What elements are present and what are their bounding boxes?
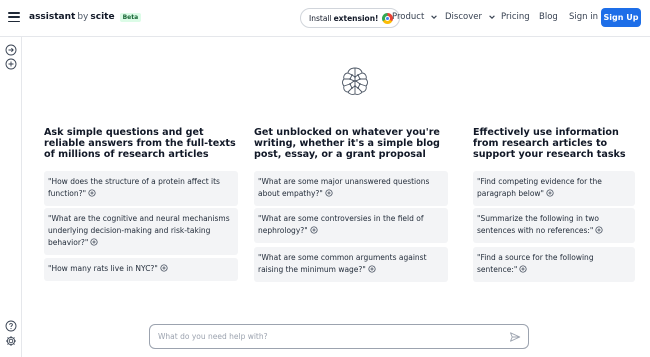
example-prompt-card[interactable]: "How does the structure of a protein aff… [44,171,238,206]
feature-column-ask: Ask simple questions and get reliable an… [44,127,242,160]
chevron-down-icon [431,15,438,19]
example-prompt-text: "How many rats live in NYC?" [48,264,158,273]
prompt-box [149,324,529,349]
nav-pricing[interactable]: Pricing [501,12,530,22]
plus-circle-icon [595,226,603,234]
brand-logo[interactable]: assistant by scite Beta [29,12,142,22]
plus-circle-icon [325,189,333,197]
column-heading: Ask simple questions and get reliable an… [44,127,236,160]
nav-discover[interactable]: Discover [445,12,496,22]
nav-discover-label: Discover [445,12,482,22]
install-label-bold: extension! [333,13,379,23]
install-label: Install [309,13,332,23]
install-extension-button[interactable]: Install extension! [300,8,401,28]
top-nav: assistant by scite Beta Install extensio… [0,0,650,37]
hamburger-icon[interactable] [8,12,20,22]
beta-badge: Beta [119,12,142,22]
nav-blog[interactable]: Blog [539,12,558,22]
plus-circle-icon [160,264,168,272]
plus-circle-icon [310,226,318,234]
feature-column-write: Get unblocked on whatever you're writing… [254,127,452,160]
nav-product-label: Product [392,12,425,22]
send-icon[interactable] [509,331,521,343]
brain-icon [342,67,368,95]
arrow-right-circle-icon[interactable] [5,44,17,56]
gear-icon[interactable] [5,335,17,347]
nav-product[interactable]: Product [392,12,438,22]
plus-circle-icon [90,238,98,246]
feature-column-research: Effectively use information from researc… [473,127,645,160]
brand-name: assistant [29,12,76,22]
example-prompt-text: "Find competing evidence for the paragra… [477,177,602,198]
example-prompt-card[interactable]: "Find a source for the following sentenc… [473,247,635,282]
plus-circle-icon [368,265,376,273]
example-prompt-card[interactable]: "Summarize the following in two sentence… [473,208,635,243]
left-rail [0,37,22,357]
example-prompt-card[interactable]: "Find competing evidence for the paragra… [473,171,635,206]
chevron-down-icon [489,15,495,19]
example-prompt-card[interactable]: "What are the cognitive and neural mecha… [44,208,238,255]
example-prompt-card[interactable]: "How many rats live in NYC?" [44,258,238,281]
example-prompt-text: "What are some major unanswered question… [258,177,430,198]
plus-circle-icon [88,189,96,197]
signup-button[interactable]: Sign Up [601,8,641,27]
example-prompt-text: "What are some controversies in the fiel… [258,214,424,235]
brand-by: by [77,12,89,22]
example-prompt-text: "Find a source for the following sentenc… [477,253,594,274]
example-prompt-card[interactable]: "What are some controversies in the fiel… [254,208,448,243]
column-heading: Effectively use information from researc… [473,127,626,160]
example-prompt-text: "Summarize the following in two sentence… [477,214,599,235]
plus-circle-icon [546,189,554,197]
example-prompt-text: "What are the cognitive and neural mecha… [48,214,230,247]
help-circle-icon[interactable] [5,320,17,332]
plus-circle-icon[interactable] [5,58,17,70]
plus-circle-icon [519,265,527,273]
example-prompt-card[interactable]: "What are some common arguments against … [254,247,448,282]
column-heading: Get unblocked on whatever you're writing… [254,127,440,160]
prompt-input[interactable] [158,332,498,341]
example-prompt-text: "How does the structure of a protein aff… [48,177,220,198]
nav-signin[interactable]: Sign in [569,12,598,22]
example-prompt-card[interactable]: "What are some major unanswered question… [254,171,448,206]
brand-company: scite [90,12,115,22]
example-prompt-text: "What are some common arguments against … [258,253,427,274]
